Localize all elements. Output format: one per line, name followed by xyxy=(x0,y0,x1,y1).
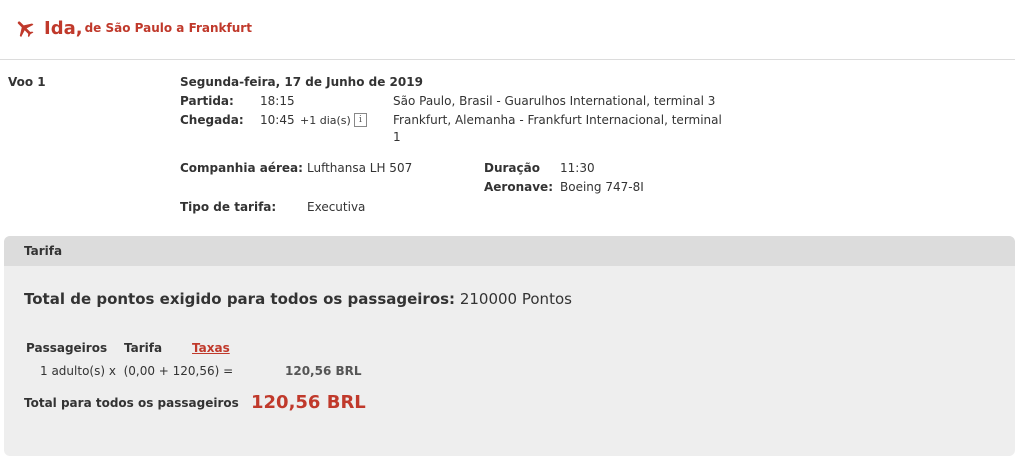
duration-label: Duração xyxy=(484,161,540,175)
flight-label: Voo 1 xyxy=(8,75,46,89)
trip-header: Ida, de São Paulo a Frankfurt xyxy=(14,8,252,48)
arrival-day-offset: +1 dia(s) xyxy=(300,114,351,127)
airline-value: Lufthansa LH 507 xyxy=(307,161,413,175)
total-points: Total de pontos exigido para todos os pa… xyxy=(24,290,572,308)
arrival-label: Chegada: xyxy=(180,113,244,127)
arrival-time: 10:45 xyxy=(260,113,295,127)
col-fare: Tarifa xyxy=(124,341,163,355)
fare-type-value: Executiva xyxy=(307,200,366,214)
aircraft-label: Aeronave: xyxy=(484,180,553,194)
trip-route: de São Paulo a Frankfurt xyxy=(84,21,252,35)
grand-total-value: 120,56 BRL xyxy=(251,392,366,413)
flight-date: Segunda-feira, 17 de Junho de 2019 xyxy=(180,75,423,89)
header-divider xyxy=(0,59,1015,60)
fare-panel-title: Tarifa xyxy=(4,236,1015,266)
fare-calculation: 1 adulto(s) x (0,00 + 120,56) = xyxy=(40,364,234,378)
fare-type-label: Tipo de tarifa: xyxy=(180,200,277,214)
taxes-link[interactable]: Taxas xyxy=(192,341,230,355)
fare-panel: Tarifa Total de pontos exigido para todo… xyxy=(4,236,1015,456)
arrival-place-terminal: 1 xyxy=(393,130,401,144)
col-passengers: Passageiros xyxy=(26,341,108,355)
aircraft-value: Boeing 747-8I xyxy=(560,180,644,194)
trip-title: Ida, xyxy=(44,17,83,39)
airline-label: Companhia aérea: xyxy=(180,161,303,175)
grand-total-label: Total para todos os passageiros xyxy=(24,396,239,410)
departure-label: Partida: xyxy=(180,94,234,108)
plane-icon xyxy=(14,17,36,39)
departure-time: 18:15 xyxy=(260,94,295,108)
departure-place: São Paulo, Brasil - Guarulhos Internatio… xyxy=(393,94,716,108)
total-points-value: 210000 Pontos xyxy=(459,290,572,308)
total-points-label: Total de pontos exigido para todos os pa… xyxy=(24,290,456,308)
info-icon[interactable]: i xyxy=(354,113,367,127)
fare-calculation-total: 120,56 BRL xyxy=(285,364,362,378)
arrival-place: Frankfurt, Alemanha - Frankfurt Internac… xyxy=(393,113,722,127)
duration-value: 11:30 xyxy=(560,161,595,175)
